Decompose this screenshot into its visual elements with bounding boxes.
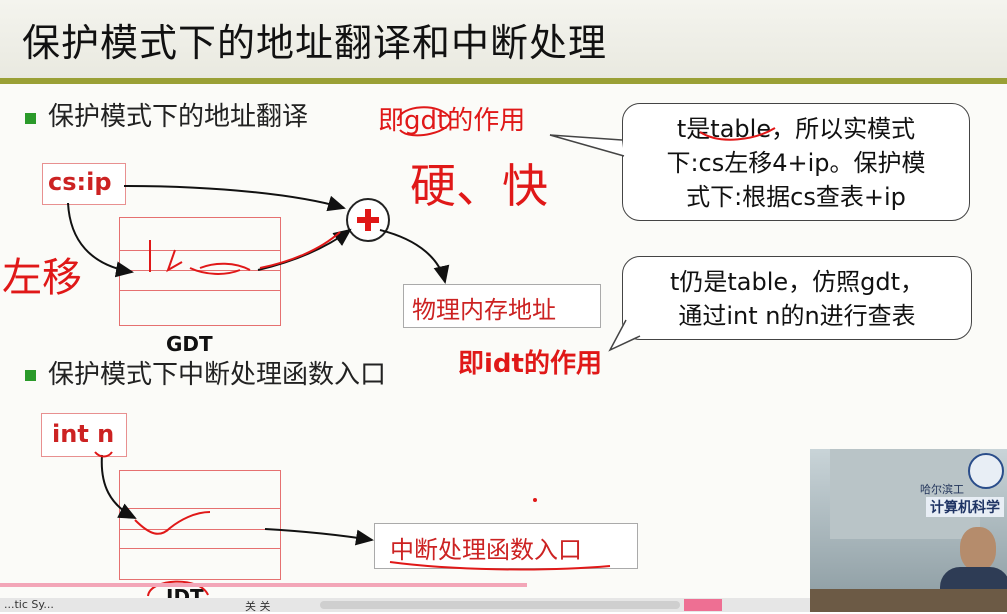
handwritten-circle-gdt	[397, 106, 452, 137]
arrow-csip-to-plus	[123, 185, 346, 212]
handwritten-underline-entry	[389, 561, 611, 571]
seal-text: 哈尔滨工	[920, 483, 964, 496]
bubble-tail-bottom	[608, 319, 641, 352]
bottom-toolbar: ...tic Sy... 关 关	[0, 598, 810, 613]
university-seal-icon	[968, 453, 1004, 489]
handwritten-strokes-idt	[134, 511, 211, 535]
red-dot	[533, 498, 537, 502]
bottom-slider[interactable]	[320, 601, 680, 609]
presenter-head	[960, 527, 996, 571]
arrow-plus-to-phys	[379, 229, 450, 284]
bubble-tail-top	[549, 134, 625, 157]
bottom-pink-button[interactable]	[684, 599, 722, 611]
pink-progress-strip	[0, 583, 527, 587]
bottom-left-text: ...tic Sy...	[4, 598, 54, 611]
webcam-banner: 计算机科学	[926, 497, 1004, 517]
webcam-video: 哈尔滨工 计算机科学	[810, 449, 1007, 612]
arrow-idt-to-entry	[264, 528, 374, 546]
handwritten-underline-table	[699, 127, 776, 141]
arrow-intn-to-idt	[100, 454, 137, 519]
desk	[810, 589, 1007, 612]
arrow-csip-to-gdt	[67, 202, 134, 278]
handwritten-mark-intn	[94, 451, 113, 458]
